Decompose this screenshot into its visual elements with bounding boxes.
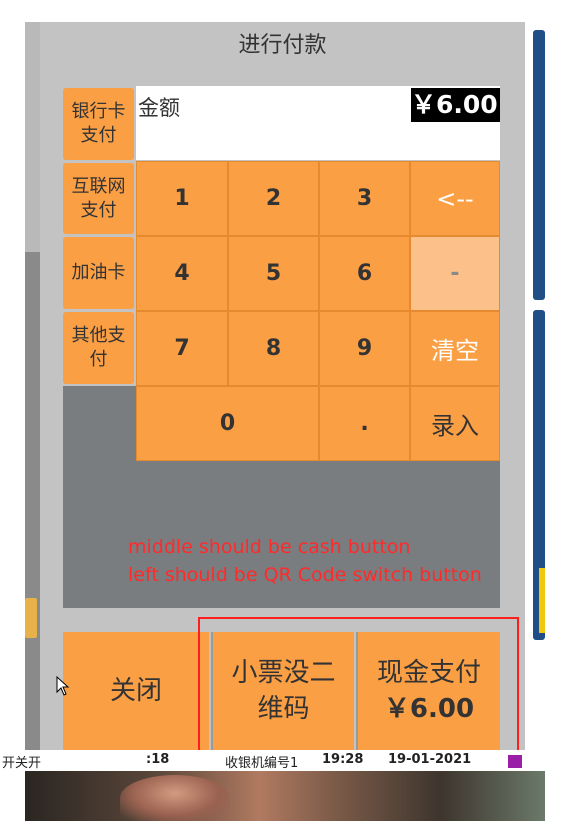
method-label: 其他支付 [71,325,126,370]
method-label: 银行卡支付 [71,101,126,146]
dialog-title: 进行付款 [238,33,327,58]
background-panel-accent [539,568,545,633]
mouse-cursor-icon [56,676,70,696]
annotation-highlight-box [198,617,519,760]
camera-photo [25,771,545,821]
minus-button[interactable]: - [410,236,500,311]
background-handle [25,598,37,638]
status-register-label: 收银机编号1 [225,756,299,771]
camera-photo-face [120,775,230,821]
clear-button[interactable]: 清空 [410,311,500,386]
key-7[interactable]: 7 [136,311,228,386]
amount-label: 金额 [138,96,180,120]
key-8[interactable]: 8 [228,311,319,386]
amount-value: ￥6.00 [411,88,500,122]
background-window-left-top [25,22,40,252]
key-6[interactable]: 6 [319,236,410,311]
status-time-fragment: :18 [146,752,170,767]
method-internet-button[interactable]: 互联网支付 [63,163,134,234]
status-date: 19-01-2021 [388,752,472,767]
key-1[interactable]: 1 [136,161,228,236]
status-clock: 19:28 [322,752,364,767]
close-button[interactable]: 关闭 [63,632,209,750]
status-indicator-icon [508,755,522,768]
close-label: 关闭 [109,676,162,706]
key-2[interactable]: 2 [228,161,319,236]
enter-button[interactable]: 录入 [410,386,500,461]
method-other-button[interactable]: 其他支付 [63,312,134,384]
method-fuel-card-button[interactable]: 加油卡 [63,237,134,309]
method-label: 互联网支付 [71,175,126,221]
key-0[interactable]: 0 [136,386,319,461]
annotation-line-2: left should be QR Code switch button [128,564,482,586]
method-label: 加油卡 [71,262,126,283]
status-toggle-text: 开关开 [2,756,42,771]
annotation-line-1: middle should be cash button [128,536,411,558]
background-panel-top [533,30,545,300]
backspace-button[interactable]: <-- [410,161,500,236]
key-3[interactable]: 3 [319,161,410,236]
method-bank-card-button[interactable]: 银行卡支付 [63,88,134,160]
key-9[interactable]: 9 [319,311,410,386]
key-4[interactable]: 4 [136,236,228,311]
key-dot[interactable]: . [319,386,410,461]
key-5[interactable]: 5 [228,236,319,311]
